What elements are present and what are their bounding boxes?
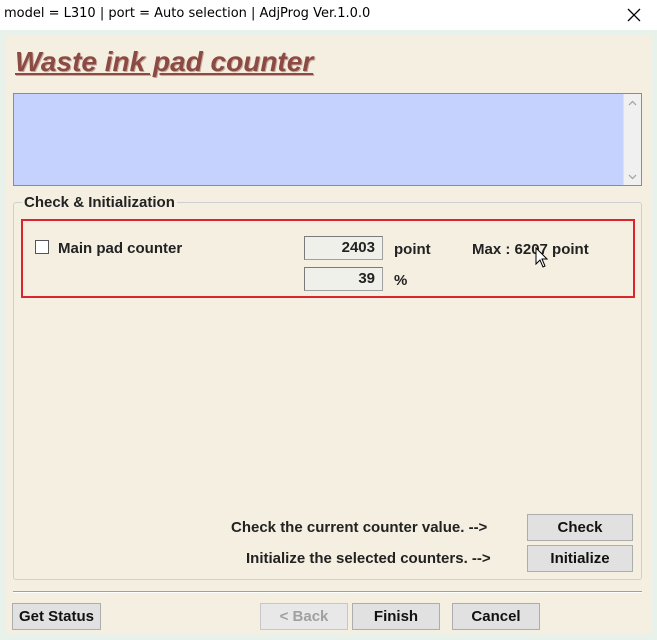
info-text-box[interactable] (13, 93, 642, 186)
close-button[interactable] (611, 0, 657, 30)
cancel-button[interactable]: Cancel (452, 603, 540, 630)
check-button[interactable]: Check (527, 514, 633, 541)
max-points-label: Max : 6207 point (472, 241, 589, 258)
scroll-down-icon[interactable] (624, 168, 641, 185)
points-value-field: 2403 (304, 236, 383, 260)
points-unit-label: point (394, 241, 431, 258)
main-panel: Waste ink pad counter Check & Initializa… (6, 36, 651, 634)
get-status-button[interactable]: Get Status (12, 603, 101, 630)
scroll-up-icon[interactable] (624, 94, 641, 111)
page-title: Waste ink pad counter (15, 46, 314, 77)
check-hint-label: Check the current counter value. --> (231, 519, 488, 536)
info-scrollbar[interactable] (623, 94, 641, 185)
initialize-hint-label: Initialize the selected counters. --> (246, 550, 491, 567)
client-area: Waste ink pad counter Check & Initializa… (0, 30, 657, 640)
close-icon (627, 8, 641, 22)
initialize-button[interactable]: Initialize (527, 545, 633, 572)
finish-button[interactable]: Finish (352, 603, 440, 630)
main-pad-counter-checkbox[interactable] (35, 240, 49, 254)
mouse-pointer-icon (535, 247, 549, 268)
back-button[interactable]: < Back (260, 603, 348, 630)
percent-unit-label: % (394, 272, 408, 289)
window-title: model = L310 | port = Auto selection | A… (4, 6, 371, 21)
percent-value-field: 39 (304, 267, 383, 291)
footer-divider (13, 591, 642, 593)
title-bar: model = L310 | port = Auto selection | A… (0, 0, 657, 30)
group-title: Check & Initialization (22, 194, 177, 211)
main-pad-counter-label: Main pad counter (58, 240, 183, 257)
